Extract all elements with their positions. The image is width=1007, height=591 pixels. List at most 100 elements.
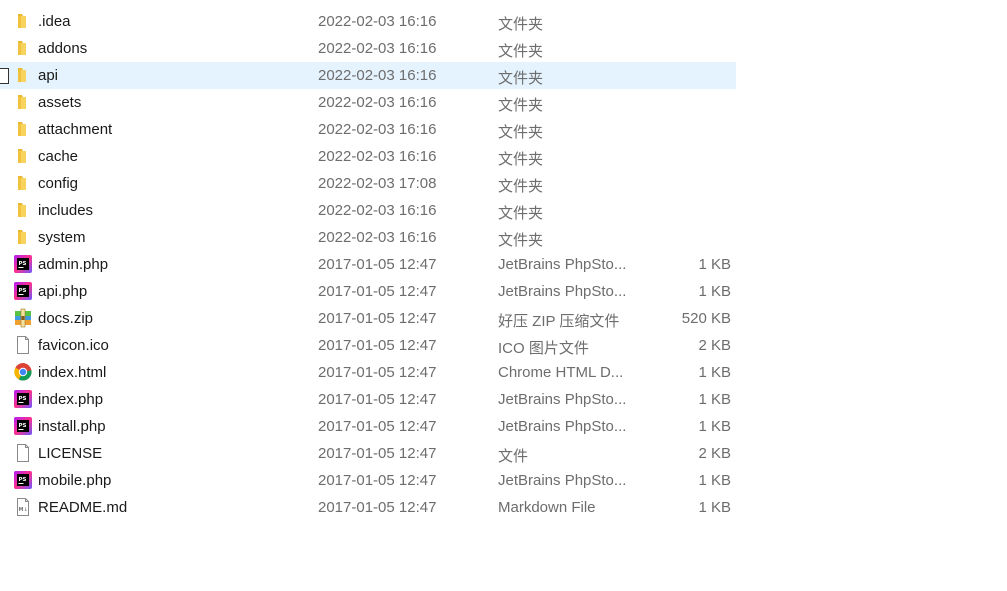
file-name: attachment bbox=[38, 121, 113, 138]
folder-icon bbox=[13, 200, 33, 220]
file-row-license[interactable]: LICENSE 2017-01-05 12:47 文件 2 KB bbox=[0, 440, 736, 467]
file-name: .idea bbox=[38, 13, 71, 30]
folder-icon bbox=[13, 146, 33, 166]
file-name: system bbox=[38, 229, 86, 246]
file-type: Chrome HTML D... bbox=[498, 364, 624, 381]
file-date-modified: 2022-02-03 16:16 bbox=[318, 148, 437, 165]
file-row-mobile-php[interactable]: PS mobile.php 2017-01-05 12:47 JetBrains… bbox=[0, 467, 736, 494]
folder-icon bbox=[13, 173, 33, 193]
file-date-modified: 2022-02-03 17:08 bbox=[318, 175, 437, 192]
file-row-api-php[interactable]: PS api.php 2017-01-05 12:47 JetBrains Ph… bbox=[0, 278, 736, 305]
file-date-modified: 2022-02-03 16:16 bbox=[318, 202, 437, 219]
file-row-api[interactable]: api 2022-02-03 16:16 文件夹 bbox=[0, 62, 736, 89]
file-row-assets[interactable]: assets 2022-02-03 16:16 文件夹 bbox=[0, 89, 736, 116]
file-date-modified: 2017-01-05 12:47 bbox=[318, 499, 437, 516]
file-row-favicon-ico[interactable]: favicon.ico 2017-01-05 12:47 ICO 图片文件 2 … bbox=[0, 332, 736, 359]
file-name: config bbox=[38, 175, 79, 192]
phpstorm-icon: PS bbox=[13, 416, 33, 436]
file-date-modified: 2022-02-03 16:16 bbox=[318, 94, 437, 111]
folder-icon bbox=[13, 65, 33, 85]
file-size: 1 KB bbox=[698, 391, 731, 408]
file-row-docs-zip[interactable]: docs.zip 2017-01-05 12:47 好压 ZIP 压缩文件 52… bbox=[0, 305, 736, 332]
file-size: 520 KB bbox=[681, 310, 731, 327]
file-type: 文件夹 bbox=[498, 16, 544, 33]
file-type: JetBrains PhpSto... bbox=[498, 283, 627, 300]
file-date-modified: 2017-01-05 12:47 bbox=[318, 337, 437, 354]
folder-icon bbox=[13, 227, 33, 247]
file-type: 文件夹 bbox=[498, 70, 544, 87]
file-row-includes[interactable]: includes 2022-02-03 16:16 文件夹 bbox=[0, 197, 736, 224]
phpstorm-icon: PS bbox=[13, 254, 33, 274]
file-size: 1 KB bbox=[698, 418, 731, 435]
file-name: addons bbox=[38, 40, 88, 57]
file-row-readme-md[interactable]: M↓ README.md 2017-01-05 12:47 Markdown F… bbox=[0, 494, 736, 521]
svg-text:PS: PS bbox=[19, 396, 27, 402]
file-type: 文件夹 bbox=[498, 97, 544, 114]
file-name: includes bbox=[38, 202, 94, 219]
zip-archive-icon bbox=[13, 308, 33, 328]
file-date-modified: 2017-01-05 12:47 bbox=[318, 472, 437, 489]
file-date-modified: 2017-01-05 12:47 bbox=[318, 310, 437, 327]
folder-icon bbox=[13, 92, 33, 112]
file-date-modified: 2022-02-03 16:16 bbox=[318, 229, 437, 246]
svg-text:PS: PS bbox=[19, 288, 27, 294]
file-name: cache bbox=[38, 148, 79, 165]
file-size: 1 KB bbox=[698, 283, 731, 300]
file-type: 文件夹 bbox=[498, 43, 544, 60]
file-name: install.php bbox=[38, 418, 106, 435]
file-type: 文件夹 bbox=[498, 232, 544, 249]
file-name: index.html bbox=[38, 364, 107, 381]
file-date-modified: 2017-01-05 12:47 bbox=[318, 418, 437, 435]
file-date-modified: 2017-01-05 12:47 bbox=[318, 256, 437, 273]
markdown-file-icon: M↓ bbox=[13, 497, 33, 517]
phpstorm-icon: PS bbox=[13, 389, 33, 409]
file-type: JetBrains PhpSto... bbox=[498, 472, 627, 489]
file-date-modified: 2017-01-05 12:47 bbox=[318, 445, 437, 462]
file-date-modified: 2022-02-03 16:16 bbox=[318, 67, 437, 84]
file-name: api.php bbox=[38, 283, 88, 300]
svg-text:PS: PS bbox=[19, 261, 27, 267]
file-row-install-php[interactable]: PS install.php 2017-01-05 12:47 JetBrain… bbox=[0, 413, 736, 440]
file-row-system[interactable]: system 2022-02-03 16:16 文件夹 bbox=[0, 224, 736, 251]
file-date-modified: 2022-02-03 16:16 bbox=[318, 121, 437, 138]
file-row-admin-php[interactable]: PS admin.php 2017-01-05 12:47 JetBrains … bbox=[0, 251, 736, 278]
file-size: 1 KB bbox=[698, 364, 731, 381]
file-row-cache[interactable]: cache 2022-02-03 16:16 文件夹 bbox=[0, 143, 736, 170]
svg-text:PS: PS bbox=[19, 423, 27, 429]
file-size: 1 KB bbox=[698, 256, 731, 273]
file-size: 2 KB bbox=[698, 337, 731, 354]
file-type: 文件夹 bbox=[498, 151, 544, 168]
file-size: 1 KB bbox=[698, 472, 731, 489]
file-name: favicon.ico bbox=[38, 337, 109, 354]
file-name: LICENSE bbox=[38, 445, 103, 462]
folder-icon bbox=[13, 11, 33, 31]
file-type: 文件 bbox=[498, 448, 529, 465]
file-name: api bbox=[38, 67, 59, 84]
file-type: ICO 图片文件 bbox=[498, 340, 589, 357]
file-row-index-php[interactable]: PS index.php 2017-01-05 12:47 JetBrains … bbox=[0, 386, 736, 413]
file-row-attachment[interactable]: attachment 2022-02-03 16:16 文件夹 bbox=[0, 116, 736, 143]
file-date-modified: 2022-02-03 16:16 bbox=[318, 40, 437, 57]
file-type: Markdown File bbox=[498, 499, 596, 516]
file-row-idea[interactable]: .idea 2022-02-03 16:16 文件夹 bbox=[0, 8, 736, 35]
file-row-addons[interactable]: addons 2022-02-03 16:16 文件夹 bbox=[0, 35, 736, 62]
file-row-index-html[interactable]: index.html 2017-01-05 12:47 Chrome HTML … bbox=[0, 359, 736, 386]
file-type: 文件夹 bbox=[498, 205, 544, 222]
file-name: mobile.php bbox=[38, 472, 112, 489]
file-name: README.md bbox=[38, 499, 128, 516]
phpstorm-icon: PS bbox=[13, 470, 33, 490]
file-type: 好压 ZIP 压缩文件 bbox=[498, 313, 620, 330]
file-type: JetBrains PhpSto... bbox=[498, 256, 627, 273]
file-name: index.php bbox=[38, 391, 104, 408]
file-row-config[interactable]: config 2022-02-03 17:08 文件夹 bbox=[0, 170, 736, 197]
file-type: 文件夹 bbox=[498, 124, 544, 141]
selection-checkbox[interactable] bbox=[0, 68, 9, 84]
svg-text:M↓: M↓ bbox=[19, 507, 28, 513]
file-date-modified: 2022-02-03 16:16 bbox=[318, 13, 437, 30]
file-name: docs.zip bbox=[38, 310, 94, 327]
file-type: 文件夹 bbox=[498, 178, 544, 195]
file-date-modified: 2017-01-05 12:47 bbox=[318, 283, 437, 300]
chrome-icon bbox=[13, 362, 33, 382]
svg-text:PS: PS bbox=[19, 477, 27, 483]
file-date-modified: 2017-01-05 12:47 bbox=[318, 391, 437, 408]
